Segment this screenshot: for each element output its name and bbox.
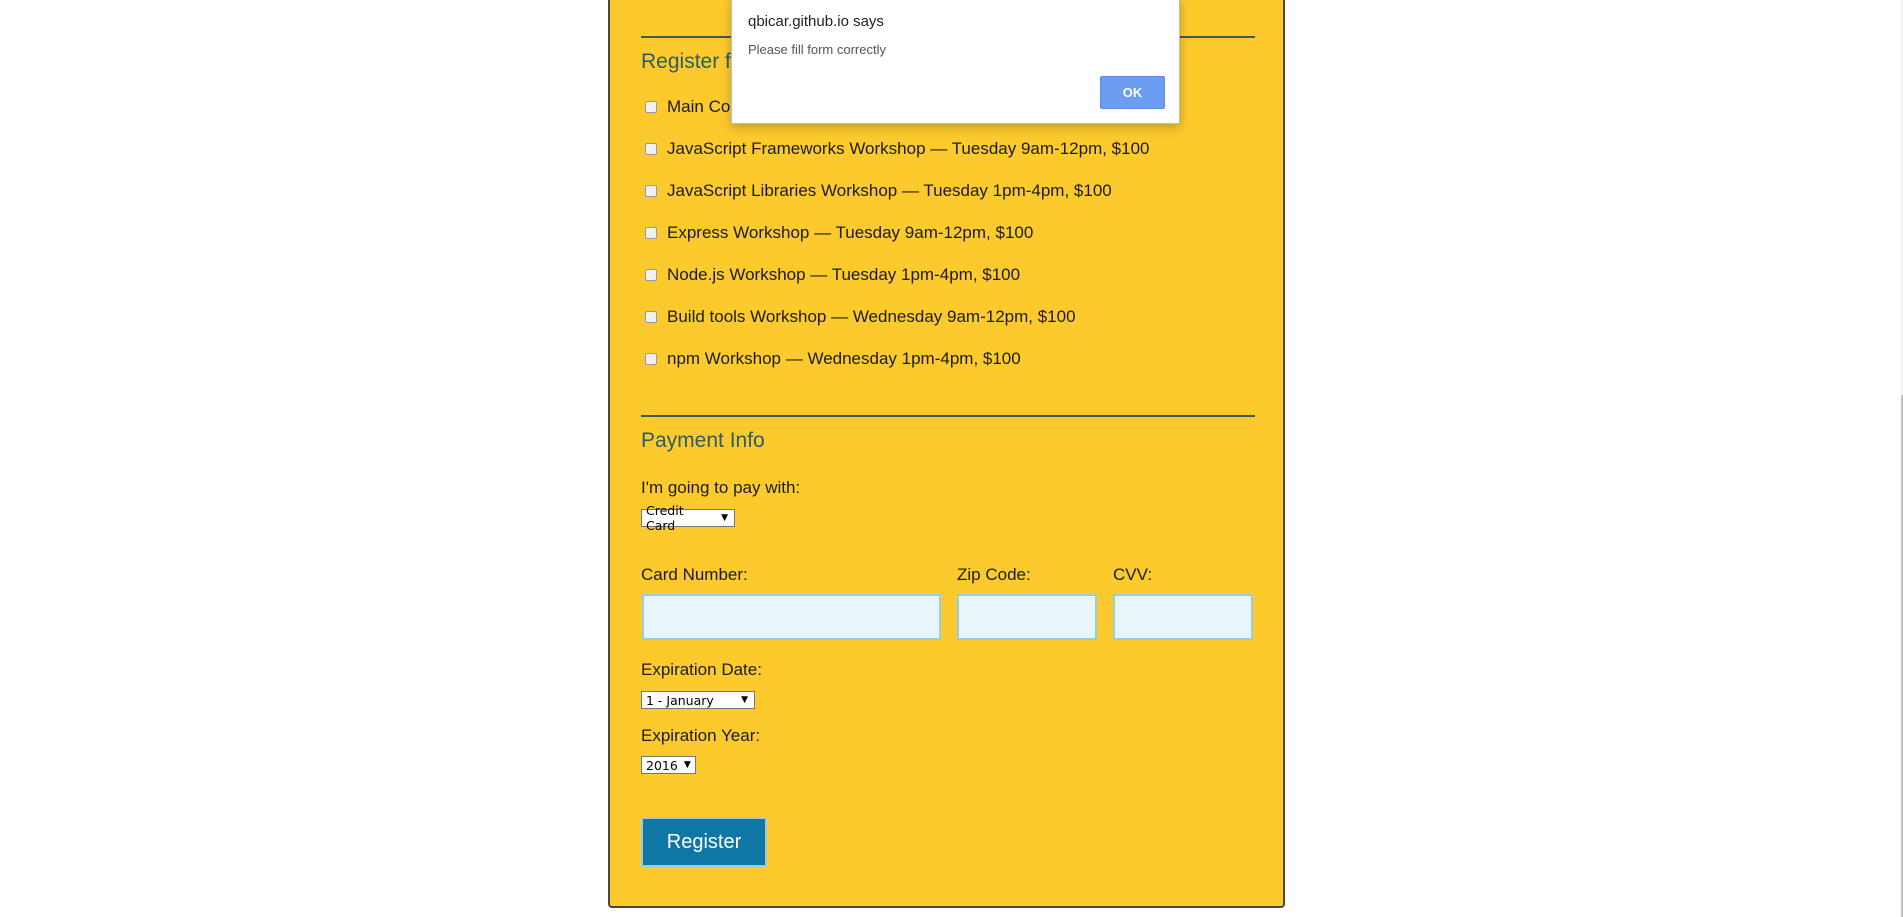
register-button[interactable]: Register [641,817,767,867]
activity-checkbox[interactable] [645,101,657,113]
activity-checkbox[interactable] [645,311,657,323]
activity-js-frameworks[interactable]: JavaScript Frameworks Workshop — Tuesday… [645,138,1150,160]
activity-npm[interactable]: npm Workshop — Wednesday 1pm-4pm, $100 [645,348,1021,370]
activity-checkbox[interactable] [645,269,657,281]
card-number-label: Card Number: [641,565,748,584]
dialog-title: qbicar.github.io says [748,13,884,30]
expiration-date-label: Expiration Date: [641,660,762,679]
activity-label: JavaScript Frameworks Workshop — Tuesday… [667,139,1150,158]
activity-label: Main Con [667,97,740,116]
selected-value: Credit Card [646,503,684,533]
payment-method-label: I'm going to pay with: [641,478,801,497]
section-divider [641,415,1255,417]
register-activities-legend: Register fo [641,50,743,73]
dialog-message: Please fill form correctly [748,42,886,57]
activity-label: npm Workshop — Wednesday 1pm-4pm, $100 [667,349,1021,368]
activity-label: JavaScript Libraries Workshop — Tuesday … [667,181,1112,200]
cvv-label: CVV: [1113,565,1153,584]
dropdown-arrow-icon: ▼ [721,513,728,523]
activity-label: Node.js Workshop — Tuesday 1pm-4pm, $100 [667,265,1021,284]
zip-code-label: Zip Code: [957,565,1031,584]
activity-build-tools[interactable]: Build tools Workshop — Wednesday 9am-12p… [645,306,1076,328]
activity-nodejs[interactable]: Node.js Workshop — Tuesday 1pm-4pm, $100 [645,264,1020,286]
zip-code-input[interactable] [957,594,1097,640]
expiration-month-select[interactable]: 1 - January ▼ [641,691,755,709]
alert-dialog: qbicar.github.io says Please fill form c… [731,0,1180,124]
cvv-input[interactable] [1113,594,1253,640]
expiration-year-select[interactable]: 2016 ▼ [641,756,696,774]
activity-express[interactable]: Express Workshop — Tuesday 9am-12pm, $10… [645,222,1033,244]
card-number-input[interactable] [642,594,941,640]
dialog-ok-button[interactable]: OK [1100,76,1165,109]
registration-form-card [608,0,1285,908]
activity-checkbox[interactable] [645,227,657,239]
selected-value: 1 - January [646,692,714,708]
activity-checkbox[interactable] [645,353,657,365]
payment-info-legend: Payment Info [641,429,765,452]
payment-method-select[interactable]: Credit Card ▼ [641,503,735,533]
activity-label: Express Workshop — Tuesday 9am-12pm, $10… [667,223,1034,242]
activity-js-libraries[interactable]: JavaScript Libraries Workshop — Tuesday … [645,180,1112,202]
activity-checkbox[interactable] [645,185,657,197]
expiration-year-label: Expiration Year: [641,726,761,745]
dropdown-arrow-icon: ▼ [741,695,748,705]
activity-checkbox[interactable] [645,143,657,155]
activity-main-conference[interactable]: Main Con [645,96,740,118]
selected-value: 2016 [646,757,678,773]
dropdown-arrow-icon: ▼ [683,760,691,770]
activity-label: Build tools Workshop — Wednesday 9am-12p… [667,307,1076,326]
